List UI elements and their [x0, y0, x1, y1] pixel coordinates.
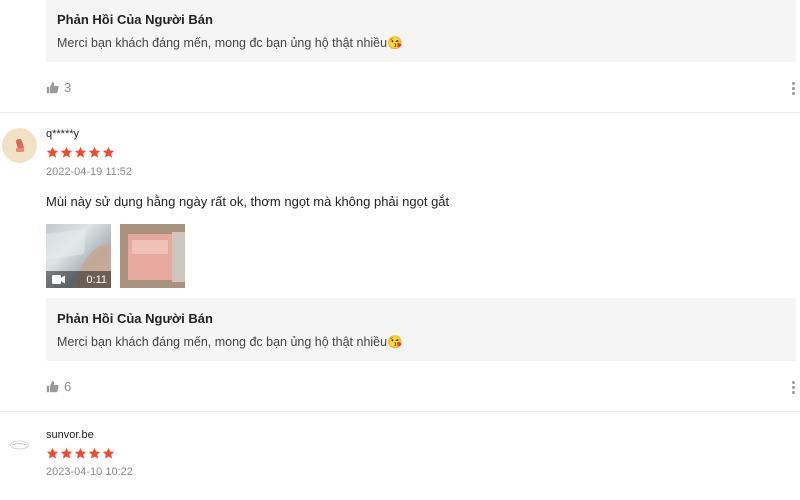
star-icon: [46, 146, 59, 158]
more-vertical-icon: [791, 381, 795, 384]
review-date: 2023-04-10 10:22: [46, 466, 133, 478]
like-count: 3: [64, 80, 72, 95]
review-video-thumbnail[interactable]: 0:11: [46, 224, 111, 288]
reviewer-username: q*****y: [46, 128, 80, 140]
seller-reply-title: Phản Hồi Của Người Bán: [57, 311, 213, 326]
video-duration: 0:11: [86, 274, 107, 286]
review-divider: [0, 411, 800, 412]
like-button[interactable]: 3: [46, 80, 71, 95]
more-options-button[interactable]: [790, 381, 796, 394]
seller-reply: Phản Hồi Của Người Bán Merci bạn khách đ…: [46, 0, 796, 62]
star-icon: [88, 447, 101, 459]
seller-reply-text: Merci bạn khách đáng mến, mong đc bạn ủn…: [57, 335, 403, 349]
review-photo-thumbnail[interactable]: [120, 224, 185, 288]
avatar[interactable]: [2, 427, 37, 462]
rating-stars: [46, 447, 115, 460]
star-icon: [46, 447, 59, 459]
star-icon: [60, 146, 73, 158]
avatar[interactable]: [2, 128, 37, 163]
star-icon: [74, 447, 87, 459]
seller-reply-text: Merci bạn khách đáng mến, mong đc bạn ủn…: [57, 36, 403, 50]
reviewer-username: sunvor.be: [46, 429, 94, 441]
star-icon: [60, 447, 73, 459]
video-camera-icon: [52, 275, 65, 284]
like-button[interactable]: 6: [46, 379, 71, 394]
thumbs-up-icon: [46, 380, 59, 393]
star-icon: [102, 146, 115, 158]
more-vertical-icon: [791, 82, 795, 85]
star-icon: [88, 146, 101, 158]
review-date: 2022-04-19 11:52: [46, 166, 133, 178]
thumbs-up-icon: [46, 81, 59, 94]
star-icon: [74, 146, 87, 158]
rating-stars: [46, 146, 115, 159]
review-text: Mùi này sử dụng hằng ngày rất ok, thơm n…: [46, 194, 450, 209]
seller-reply: Phản Hồi Của Người Bán Merci bạn khách đ…: [46, 298, 796, 361]
review-divider: [0, 112, 800, 113]
seller-reply-title: Phản Hồi Của Người Bán: [57, 12, 213, 27]
star-icon: [102, 447, 115, 459]
more-options-button[interactable]: [790, 82, 796, 95]
like-count: 6: [64, 379, 72, 394]
